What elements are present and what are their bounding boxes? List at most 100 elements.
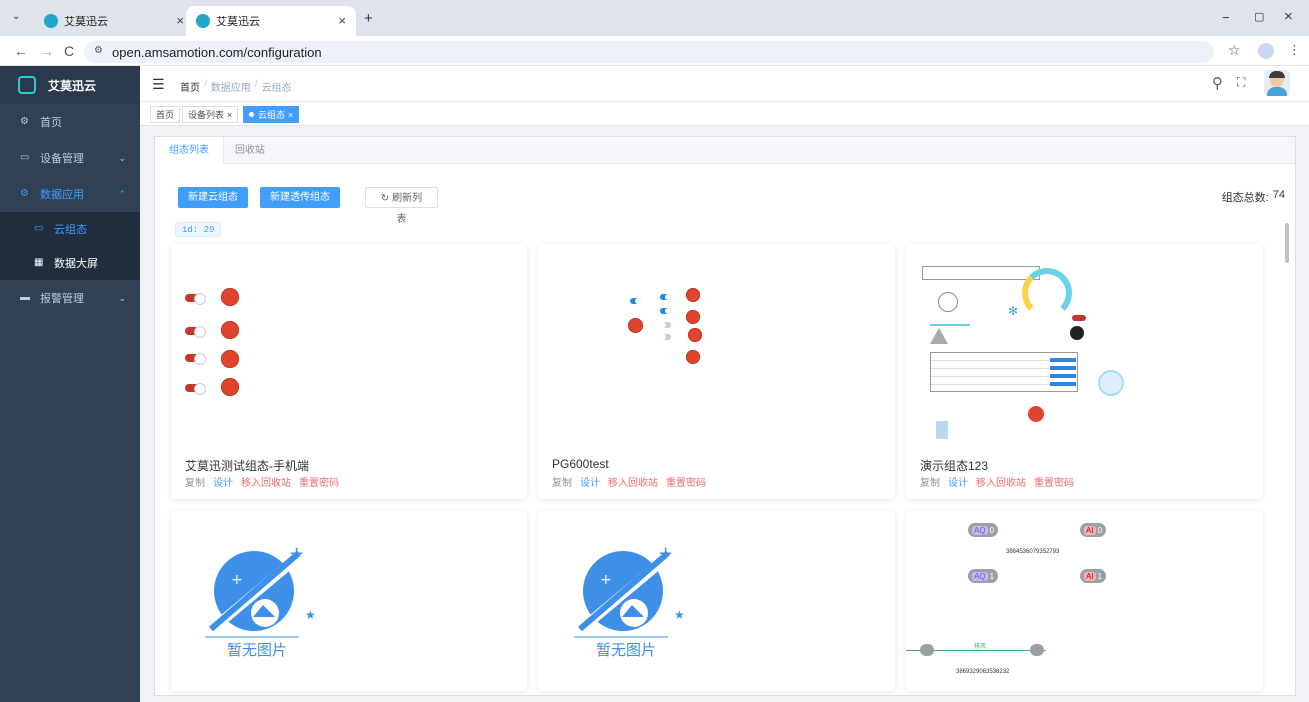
message-icon: ▬ — [20, 292, 30, 303]
chevron-down-icon: ⌄ — [118, 292, 126, 303]
breadcrumb-data-apps: 数据应用 — [210, 83, 251, 94]
card-preview — [185, 274, 255, 404]
sidebar-item-device-management[interactable]: ▭ 设备管理 ⌄ — [0, 140, 140, 176]
config-card-4[interactable]: + + ★ 暂无图片 — [171, 511, 527, 691]
dashboard-icon: ⚙ — [20, 116, 29, 127]
content-area: 组态列表 回收站 新建云组态 新建透传组态 ↻ 刷新列表 组态总数: 74 id… — [140, 126, 1309, 702]
card-preview — [626, 284, 706, 374]
copy-button[interactable]: 复制 — [185, 474, 205, 489]
no-image-text: 暂无图片 — [227, 642, 288, 659]
svg-text:★: ★ — [305, 608, 316, 622]
design-button[interactable]: 设计 — [948, 474, 968, 489]
copy-button[interactable]: 复制 — [552, 474, 572, 489]
tab-search-chevron-icon[interactable]: ⌄ — [12, 11, 20, 22]
reload-icon[interactable]: C — [64, 43, 74, 59]
forward-icon[interactable]: → — [40, 43, 54, 59]
svg-text:+: + — [658, 543, 673, 564]
close-tab-icon[interactable]: × — [176, 13, 184, 28]
url-input[interactable]: ⚙ open.amsamotion.com/configuration — [84, 41, 1214, 63]
fullscreen-icon[interactable]: ⛶ — [1237, 75, 1245, 90]
chevron-up-icon: ⌃ — [118, 188, 126, 199]
svg-text:+: + — [289, 543, 304, 564]
reset-password-button[interactable]: 重置密码 — [299, 474, 339, 489]
new-cloud-config-button[interactable]: 新建云组态 — [178, 187, 248, 208]
search-icon[interactable]: ⚲ — [1212, 74, 1223, 92]
address-bar-row: ← → C ⚙ open.amsamotion.com/configuratio… — [0, 36, 1309, 66]
sidebar-submenu: ▭ 云组态 ▦ 数据大屏 — [0, 212, 140, 280]
sidebar: 艾莫迅云 ⚙ 首页 ▭ 设备管理 ⌄ ⚙ 数据应用 ⌃ ▭ 云组态 ▦ 数据大屏… — [0, 66, 140, 702]
app-logo[interactable]: 艾莫迅云 — [0, 66, 140, 104]
new-passthrough-config-button[interactable]: 新建透传组态 — [260, 187, 340, 208]
restore-button[interactable]: ▢ — [1254, 10, 1264, 23]
active-dot-icon — [249, 112, 254, 117]
minimize-button[interactable]: − — [1222, 10, 1230, 25]
card-title: PG600test — [552, 457, 609, 471]
breadcrumb-home[interactable]: 首页 — [180, 79, 200, 94]
config-card-1[interactable]: 艾莫迅测试组态-手机端 复制 设计 移入回收站 重置密码 — [171, 244, 527, 499]
copy-button[interactable]: 复制 — [920, 474, 940, 489]
bookmark-star-icon[interactable]: ☆ — [1228, 42, 1241, 59]
tag-cloud-config[interactable]: 云组态 × — [243, 106, 300, 123]
reset-password-button[interactable]: 重置密码 — [666, 474, 706, 489]
back-icon[interactable]: ← — [14, 43, 28, 59]
browser-tab-2[interactable]: 艾莫迅云 × — [186, 6, 356, 36]
design-button[interactable]: 设计 — [580, 474, 600, 489]
menu-kebab-icon[interactable]: ⋮ — [1288, 42, 1301, 58]
card-actions: 复制 设计 移入回收站 重置密码 — [552, 474, 706, 489]
hamburger-icon[interactable]: ☰ — [152, 76, 165, 93]
browser-tab-1[interactable]: 艾莫迅云 × — [34, 6, 194, 36]
no-image-illustration-icon: + + ★ — [574, 543, 685, 638]
card-title: 演示组态123 — [920, 459, 989, 473]
no-image-illustration-icon: + + ★ — [205, 543, 316, 638]
close-tag-icon[interactable]: × — [227, 110, 232, 120]
avatar[interactable] — [1264, 70, 1290, 96]
card-preview: ✻ — [920, 266, 1150, 451]
line-label: 排风 — [974, 644, 987, 650]
ai-pill: AI 0 — [1080, 523, 1107, 537]
config-card-5[interactable]: + + ★ 暂无图片 — [538, 511, 895, 691]
sidebar-item-data-apps[interactable]: ⚙ 数据应用 ⌃ — [0, 176, 140, 212]
aq-pill: AQ 1 — [968, 569, 999, 583]
card-actions: 复制 设计 移入回收站 重置密码 — [185, 474, 339, 489]
move-to-recycle-button[interactable]: 移入回收站 — [976, 474, 1026, 489]
close-window-button[interactable]: × — [1284, 8, 1293, 25]
chevron-down-icon: ⌄ — [118, 152, 126, 163]
content-scrollbar[interactable] — [1285, 223, 1289, 263]
sidebar-item-cloud-config[interactable]: ▭ 云组态 — [0, 212, 140, 246]
tags-view: 首页 设备列表 × 云组态 × — [140, 102, 1309, 126]
config-card-2[interactable]: PG600test 复制 设计 移入回收站 重置密码 — [538, 244, 895, 499]
ai-pill: AI 1 — [1080, 569, 1107, 583]
profile-icon[interactable] — [1258, 43, 1274, 59]
favicon-icon — [44, 14, 58, 28]
monitor-icon: ▭ — [34, 223, 44, 234]
breadcrumb: 首页 / 数据应用 / 云组态 — [180, 79, 292, 94]
sidebar-item-data-screen[interactable]: ▦ 数据大屏 — [0, 246, 140, 280]
monitor-icon: ▭ — [20, 152, 30, 163]
svg-text:+: + — [231, 572, 243, 588]
sidebar-item-alarm-management[interactable]: ▬ 报警管理 ⌄ — [0, 280, 140, 316]
site-info-icon[interactable]: ⚙ — [94, 45, 103, 56]
close-tab-icon[interactable]: × — [338, 13, 346, 28]
move-to-recycle-button[interactable]: 移入回收站 — [241, 474, 291, 489]
id-badge: id: 29 — [175, 222, 222, 237]
config-card-6[interactable]: AQ 0 AI 0 3864536079352793 AQ 1 AI 1 排风 3869… — [906, 511, 1263, 691]
main-header: ☰ 首页 / 数据应用 / 云组态 ⚲ ⛶ — [140, 66, 1309, 102]
new-tab-button[interactable]: + — [364, 10, 373, 27]
fan-icon: ✻ — [1008, 304, 1019, 318]
refresh-list-button[interactable]: ↻ 刷新列表 — [365, 187, 438, 225]
reset-password-button[interactable]: 重置密码 — [1034, 474, 1074, 489]
favicon-icon — [196, 14, 210, 28]
panel-tabs: 组态列表 回收站 — [155, 137, 1295, 164]
sidebar-item-home[interactable]: ⚙ 首页 — [0, 104, 140, 140]
tab-config-list[interactable]: 组态列表 — [155, 137, 224, 164]
config-card-3[interactable]: ✻ 演示组态123 复制 设计 移入回收站 重置密码 — [906, 244, 1263, 499]
tag-home[interactable]: 首页 — [150, 106, 181, 123]
move-to-recycle-button[interactable]: 移入回收站 — [608, 474, 658, 489]
card-title: 艾莫迅测试组态-手机端 — [185, 459, 309, 473]
refresh-icon: ↻ — [380, 193, 390, 204]
close-tag-icon[interactable]: × — [288, 110, 293, 120]
tag-device-list[interactable]: 设备列表 × — [182, 106, 239, 123]
breadcrumb-cloud-config: 云组态 — [261, 83, 292, 94]
tab-recycle-bin[interactable]: 回收站 — [221, 137, 279, 164]
design-button[interactable]: 设计 — [213, 474, 233, 489]
